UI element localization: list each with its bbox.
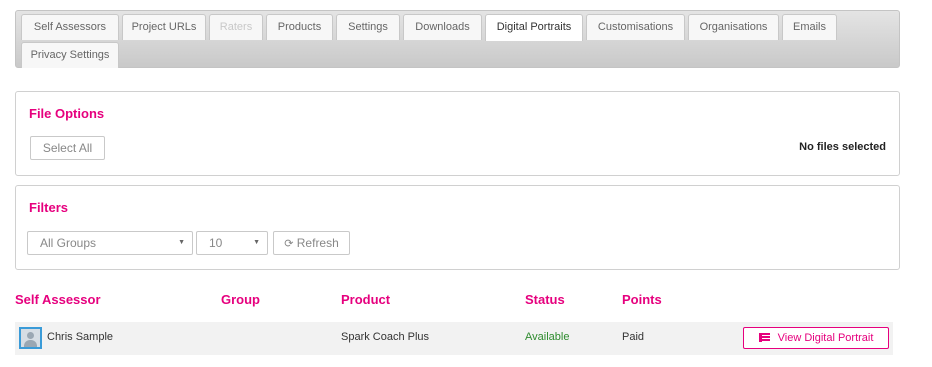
header-points[interactable]: Points xyxy=(622,292,662,307)
filters-title: Filters xyxy=(29,200,69,215)
header-self-assessor[interactable]: Self Assessor xyxy=(15,292,101,307)
tab-organisations[interactable]: Organisations xyxy=(688,14,779,40)
refresh-button[interactable]: ⟳ Refresh xyxy=(273,231,350,255)
chevron-down-icon: ▼ xyxy=(178,239,185,246)
tab-project-urls[interactable]: Project URLs xyxy=(122,14,206,40)
tab-downloads[interactable]: Downloads xyxy=(403,14,482,40)
tab-settings[interactable]: Settings xyxy=(336,14,400,40)
header-group[interactable]: Group xyxy=(221,292,260,307)
status-cell: Available xyxy=(525,331,570,343)
avatar xyxy=(19,327,42,349)
file-options-title: File Options xyxy=(29,106,105,121)
refresh-icon: ⟳ xyxy=(284,238,294,250)
table-row: Chris Sample Spark Coach Plus Available … xyxy=(15,322,893,355)
tab-bar: Self Assessors Project URLs Raters Produ… xyxy=(15,10,900,68)
tab-self-assessors[interactable]: Self Assessors xyxy=(21,14,119,40)
tab-privacy-settings[interactable]: Privacy Settings xyxy=(21,42,119,68)
page-size-value: 10 xyxy=(209,236,223,250)
header-product[interactable]: Product xyxy=(341,292,390,307)
tab-products[interactable]: Products xyxy=(266,14,333,40)
self-assessor-name: Chris Sample xyxy=(47,331,114,343)
view-digital-portrait-label: View Digital Portrait xyxy=(777,332,874,344)
tab-raters: Raters xyxy=(209,14,263,40)
file-options-panel: File Options Select All No files selecte… xyxy=(15,91,900,176)
refresh-label: Refresh xyxy=(296,236,339,250)
list-icon xyxy=(758,333,770,342)
tab-customisations[interactable]: Customisations xyxy=(586,14,685,40)
select-all-button[interactable]: Select All xyxy=(30,136,105,160)
tab-emails[interactable]: Emails xyxy=(782,14,837,40)
group-select-value: All Groups xyxy=(40,236,97,250)
view-digital-portrait-button[interactable]: View Digital Portrait xyxy=(743,327,889,349)
tab-digital-portraits[interactable]: Digital Portraits xyxy=(485,14,583,41)
header-status[interactable]: Status xyxy=(525,292,565,307)
chevron-down-icon: ▼ xyxy=(253,239,260,246)
filters-panel: Filters All Groups ▼ 10 ▼ ⟳ Refresh xyxy=(15,185,900,270)
group-select[interactable]: All Groups ▼ xyxy=(27,231,193,255)
points-cell: Paid xyxy=(622,331,645,343)
product-cell: Spark Coach Plus xyxy=(341,331,430,343)
page-size-select[interactable]: 10 ▼ xyxy=(196,231,268,255)
selection-status: No files selected xyxy=(799,141,886,153)
